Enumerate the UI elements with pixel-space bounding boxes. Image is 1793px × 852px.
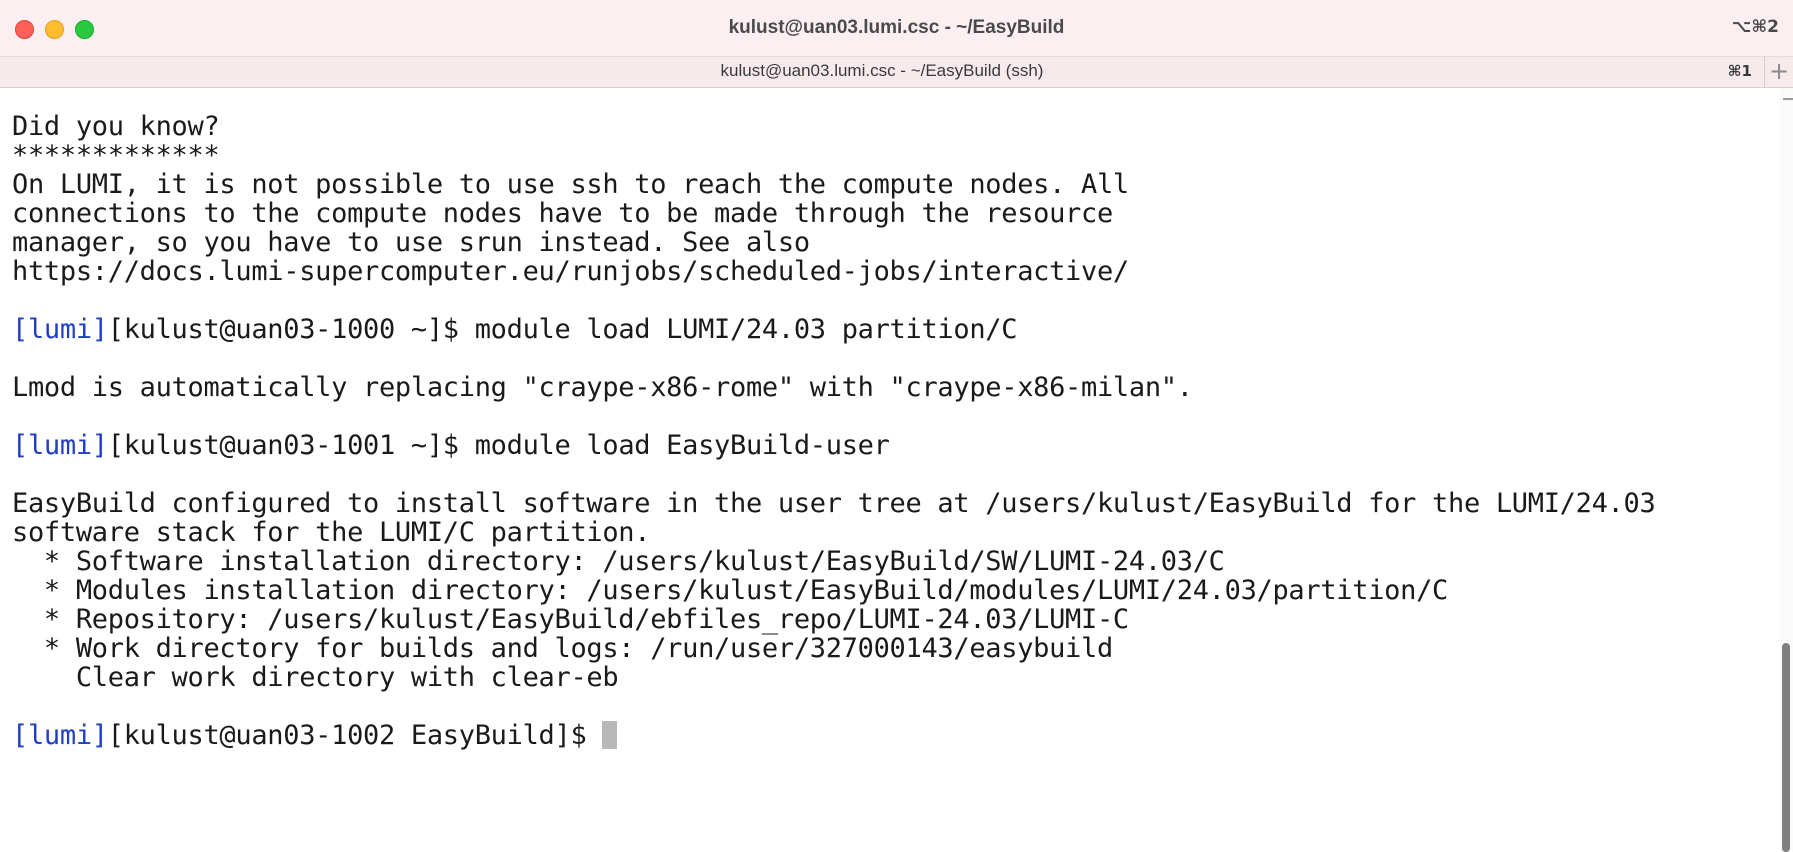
vertical-scrollbar[interactable] xyxy=(1780,88,1793,852)
window-title: kulust@uan03.lumi.csc - ~/EasyBuild xyxy=(728,17,1065,38)
output-line: Clear work directory with clear-eb xyxy=(12,662,619,693)
terminal-window: kulust@uan03.lumi.csc - ~/EasyBuild ⌥⌘2 … xyxy=(0,0,1793,852)
command-text: module load EasyBuild-user xyxy=(474,430,890,461)
window-shortcut: ⌥⌘2 xyxy=(1731,17,1779,37)
scroll-indicator-icon xyxy=(1783,98,1793,100)
terminal-output[interactable]: Did you know? ************* On LUMI, it … xyxy=(0,88,1780,852)
prompt-text: [kulust@uan03-1002 EasyBuild]$ xyxy=(107,720,603,751)
new-tab-icon[interactable]: + xyxy=(1764,57,1793,87)
prompt-tag: [lumi] xyxy=(12,720,108,751)
tab-ssh-session[interactable]: kulust@uan03.lumi.csc - ~/EasyBuild (ssh… xyxy=(0,57,1764,87)
prompt-line[interactable]: [lumi][kulust@uan03-1002 EasyBuild]$ xyxy=(12,719,618,752)
prompt-line: [lumi][kulust@uan03-1000 ~]$ module load… xyxy=(12,313,1018,346)
prompt-tag: [lumi] xyxy=(12,430,108,461)
command-text: module load LUMI/24.03 partition/C xyxy=(474,314,1018,345)
tab-shortcut: ⌘1 xyxy=(1727,62,1752,80)
prompt-tag: [lumi] xyxy=(12,314,108,345)
tab-bar: kulust@uan03.lumi.csc - ~/EasyBuild (ssh… xyxy=(0,57,1793,88)
scrollbar-thumb[interactable] xyxy=(1782,643,1790,852)
prompt-line: [lumi][kulust@uan03-1001 ~]$ module load… xyxy=(12,429,890,462)
output-line: https://docs.lumi-supercomputer.eu/runjo… xyxy=(12,256,1129,287)
tab-title: kulust@uan03.lumi.csc - ~/EasyBuild (ssh… xyxy=(720,61,1044,80)
prompt-text: [kulust@uan03-1001 ~]$ xyxy=(107,430,475,461)
prompt-text: [kulust@uan03-1000 ~]$ xyxy=(107,314,475,345)
text-cursor xyxy=(602,721,618,749)
title-bar[interactable]: kulust@uan03.lumi.csc - ~/EasyBuild ⌥⌘2 xyxy=(0,0,1793,57)
output-line: Lmod is automatically replacing "craype-… xyxy=(12,372,1193,403)
